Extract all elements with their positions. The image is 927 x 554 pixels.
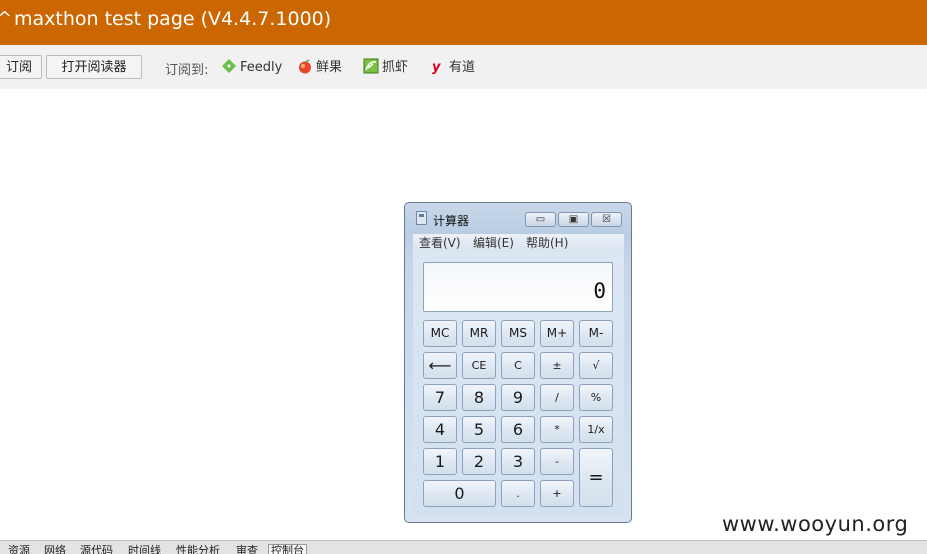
key-ce[interactable]: CE	[462, 352, 496, 379]
zhuaxia-link[interactable]: 抓虾	[363, 58, 408, 76]
key-c[interactable]: C	[501, 352, 535, 379]
svg-text:y: y	[432, 60, 441, 74]
key-add[interactable]: +	[540, 480, 574, 507]
browser-page: ^ maxthon test page (V4.4.7.1000) 订阅 打开阅…	[0, 0, 927, 554]
devtools-tab-network[interactable]: 网络	[44, 545, 66, 554]
key-0[interactable]: 0	[423, 480, 496, 507]
key-5[interactable]: 5	[462, 416, 496, 443]
key-backspace[interactable]: ⟵	[423, 352, 457, 379]
key-ms[interactable]: MS	[501, 320, 535, 347]
xianguo-label: 鲜果	[316, 60, 343, 75]
key-3[interactable]: 3	[501, 448, 535, 475]
calculator-title: 计算器	[433, 214, 470, 228]
calculator-titlebar[interactable]: 计算器 ▭ ▣ ☒	[405, 203, 631, 233]
feedly-link[interactable]: Feedly	[221, 58, 282, 76]
menu-help[interactable]: 帮助(H)	[526, 234, 568, 252]
page-header: ^ maxthon test page (V4.4.7.1000)	[0, 0, 927, 45]
logo-icon: ^	[0, 8, 13, 29]
calculator-app-icon	[416, 211, 427, 225]
key-7[interactable]: 7	[423, 384, 457, 411]
devtools-tab-audits[interactable]: 审查	[236, 545, 258, 554]
close-button[interactable]: ☒	[591, 212, 622, 227]
key-4[interactable]: 4	[423, 416, 457, 443]
key-m-minus[interactable]: M-	[579, 320, 613, 347]
key-mr[interactable]: MR	[462, 320, 496, 347]
devtools-tabbar: 资源 网络 源代码 时间线 性能分析 审查 控制台	[0, 540, 927, 554]
calculator-menubar: 查看(V) 编辑(E) 帮助(H)	[413, 234, 624, 252]
menu-edit[interactable]: 编辑(E)	[473, 234, 514, 252]
key-decimal[interactable]: .	[501, 480, 535, 507]
subscribe-to-label: 订阅到:	[165, 63, 209, 78]
open-reader-button[interactable]: 打开阅读器	[46, 55, 142, 79]
key-1[interactable]: 1	[423, 448, 457, 475]
feedly-icon	[221, 58, 237, 74]
key-divide[interactable]: /	[540, 384, 574, 411]
minimize-icon: ▭	[535, 214, 546, 225]
xianguo-icon	[297, 58, 313, 74]
close-icon: ☒	[602, 214, 611, 225]
calculator-body: 0 MC MR MS M+ M- ⟵ CE C ± √ 7 8 9 / % 4 …	[413, 252, 624, 516]
subscribe-button[interactable]: 订阅	[0, 55, 42, 79]
key-9[interactable]: 9	[501, 384, 535, 411]
minimize-button[interactable]: ▭	[525, 212, 556, 227]
devtools-tab-timeline[interactable]: 时间线	[128, 545, 161, 554]
maximize-button[interactable]: ▣	[558, 212, 589, 227]
menu-view[interactable]: 查看(V)	[419, 234, 461, 252]
display-value: 0	[593, 279, 606, 303]
key-subtract[interactable]: -	[540, 448, 574, 475]
calculator-window: 计算器 ▭ ▣ ☒ 查看(V) 编辑(E) 帮助(H) 0 MC MR MS M…	[404, 202, 632, 523]
key-reciprocal[interactable]: 1/x	[579, 416, 613, 443]
watermark: www.wooyun.org	[722, 512, 909, 536]
devtools-tab-resources[interactable]: 资源	[8, 545, 30, 554]
devtools-tab-source[interactable]: 源代码	[80, 545, 113, 554]
feedly-label: Feedly	[240, 60, 283, 75]
key-mc[interactable]: MC	[423, 320, 457, 347]
key-2[interactable]: 2	[462, 448, 496, 475]
xianguo-link[interactable]: 鲜果	[297, 58, 342, 76]
youdao-link[interactable]: y 有道	[430, 58, 475, 76]
maximize-icon: ▣	[568, 214, 579, 225]
devtools-tab-console[interactable]: 控制台	[268, 544, 307, 554]
key-percent[interactable]: %	[579, 384, 613, 411]
key-6[interactable]: 6	[501, 416, 535, 443]
key-sign[interactable]: ±	[540, 352, 574, 379]
page-title: maxthon test page (V4.4.7.1000)	[14, 8, 332, 30]
devtools-tab-profiles[interactable]: 性能分析	[176, 545, 220, 554]
key-multiply[interactable]: *	[540, 416, 574, 443]
key-m-plus[interactable]: M+	[540, 320, 574, 347]
key-sqrt[interactable]: √	[579, 352, 613, 379]
youdao-icon: y	[430, 58, 446, 75]
youdao-label: 有道	[449, 60, 476, 75]
key-equals[interactable]: =	[579, 448, 613, 507]
key-8[interactable]: 8	[462, 384, 496, 411]
subscribe-toolbar: 订阅 打开阅读器 订阅到: Feedly 鲜果 抓虾 y 有道	[0, 45, 927, 89]
calculator-display: 0	[423, 262, 613, 312]
zhuaxia-label: 抓虾	[382, 60, 409, 75]
zhuaxia-icon	[363, 58, 379, 74]
